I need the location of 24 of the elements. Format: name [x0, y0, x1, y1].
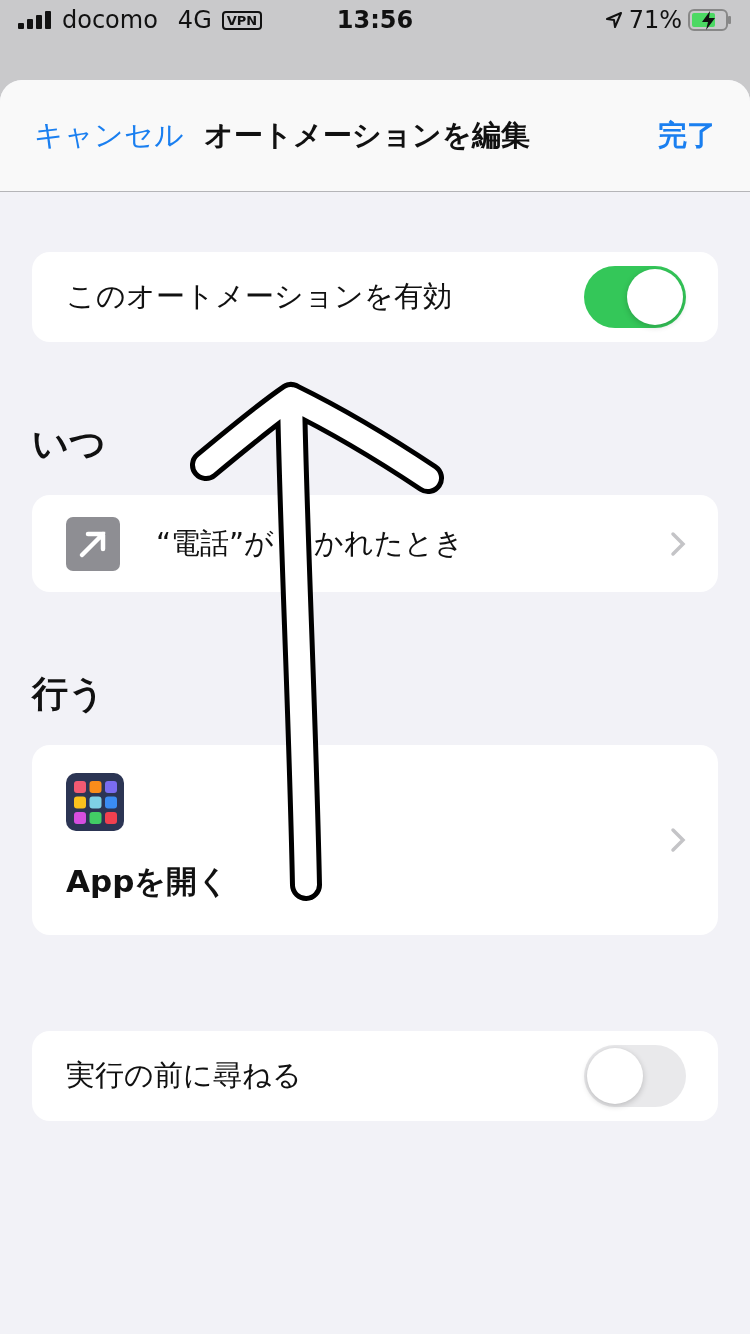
chevron-icon	[670, 530, 686, 557]
status-time: 13:56	[336, 6, 414, 34]
row-label: 実行の前に尋ねる	[66, 1057, 303, 1094]
row-label: かれたとき	[314, 524, 465, 562]
trigger-row[interactable]: “電話”が かれたとき	[32, 495, 718, 592]
carrier-name: docomo	[62, 6, 158, 34]
cancel-button[interactable]: キャンセル	[34, 115, 184, 156]
row-label: このオートメーションを有効	[66, 278, 453, 315]
action-label: Appを開く	[66, 862, 231, 901]
vpn-badge: VPN	[221, 10, 263, 30]
action-row[interactable]: Appを開く	[32, 745, 718, 935]
nav-title: オートメーションを編集	[204, 116, 531, 154]
signal-icon	[18, 11, 52, 29]
section-heading: 行う	[32, 672, 106, 716]
chevron-icon	[670, 827, 686, 853]
done-button[interactable]: 完了	[658, 115, 716, 156]
app-grid-icon	[66, 773, 124, 831]
toggle-switch[interactable]	[584, 266, 686, 328]
toggle-switch[interactable]	[584, 1045, 686, 1107]
section-heading: いつ	[32, 422, 107, 466]
location-icon	[604, 11, 623, 29]
battery-percent: 71%	[628, 6, 682, 34]
row-label: “電話”が	[156, 524, 275, 562]
network-type: 4G	[177, 6, 212, 34]
